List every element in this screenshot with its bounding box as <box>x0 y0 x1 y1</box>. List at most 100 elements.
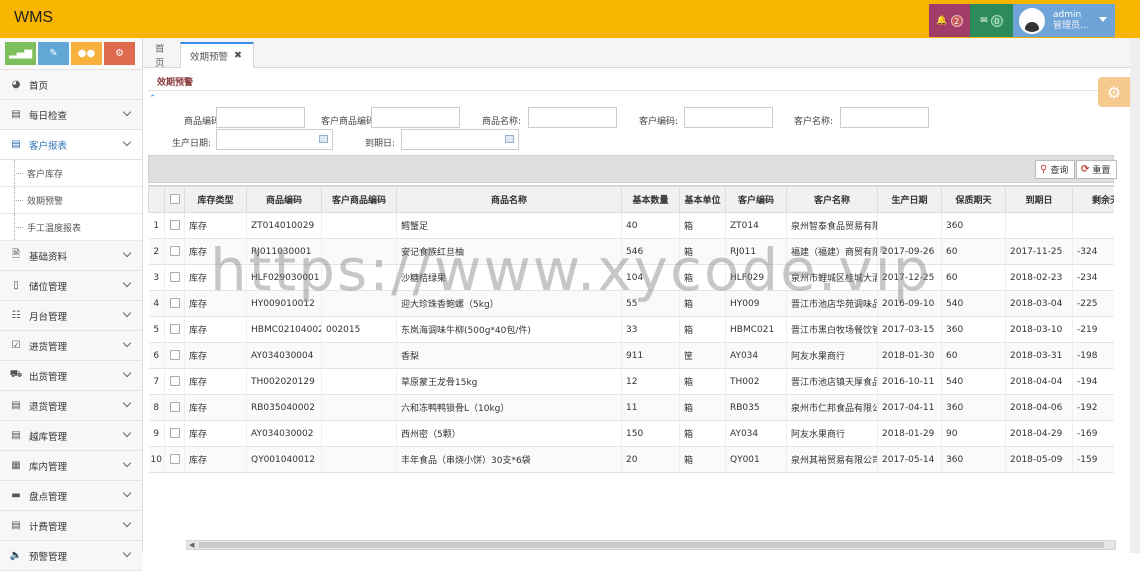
customer-code-input[interactable] <box>684 107 773 128</box>
sidebar-item-outbound[interactable]: ⛟ 出货管理 <box>0 361 142 391</box>
expiry-table: 库存类型 商品编码 客户商品编码 商品名称 基本数量 基本单位 客户编码 客户名称 生产日期 保质… <box>148 186 1114 473</box>
table-cell: 六和冻鸭鸭锁骨L（10kg） <box>396 394 622 421</box>
sidebar-item-internal[interactable]: ▦ 库内管理 <box>0 451 142 481</box>
sidebar-item-location[interactable]: ▯ 储位管理 <box>0 271 142 301</box>
table-cell: 库存 <box>184 368 247 395</box>
list-icon: ▤ <box>11 520 21 531</box>
row-number: 10 <box>148 446 165 473</box>
table-row[interactable]: 1 库存 ZT014010029 鳕蟹足 40 箱 ZT014 泉州智泰食品贸易有限 360 <box>148 212 1114 239</box>
search-button[interactable]: ⚲ 查询 <box>1035 160 1075 179</box>
expiry-date-label: 到期日: <box>364 139 395 149</box>
row-checkbox[interactable] <box>169 298 180 309</box>
row-checkbox[interactable] <box>169 454 180 465</box>
chevron-down-icon <box>122 107 132 117</box>
chevron-down-icon <box>122 278 132 288</box>
sidebar-subitem-temperature-report[interactable]: 手工温度报表 <box>0 214 142 241</box>
customer-name-input[interactable] <box>840 107 929 128</box>
chevron-down-icon <box>122 488 132 498</box>
reset-button[interactable]: ⟳ 重置 <box>1076 160 1117 179</box>
calendar-icon[interactable] <box>505 135 514 143</box>
sidebar-subitem-expiry-warning[interactable]: 效期预警 <box>0 187 142 214</box>
table-row[interactable]: 4 库存 HY009010012 迎大珍珠香鲍螺（5kg） 55 箱 HY009 晋江市池店华… <box>148 290 1114 317</box>
close-icon[interactable]: ✖ <box>234 50 242 61</box>
search-button-label: 查询 <box>1050 166 1069 176</box>
caret-down-icon <box>1099 17 1107 22</box>
column-header: 到期日 <box>1005 186 1073 213</box>
row-checkbox[interactable] <box>169 246 180 257</box>
column-header: 生产日期 <box>877 186 942 213</box>
table-header-row: 库存类型 商品编码 客户商品编码 商品名称 基本数量 基本单位 客户编码 客户名称 生产日期 保质… <box>148 186 1114 213</box>
customer-product-code-label: 客户商品编码: <box>320 117 378 127</box>
row-checkbox[interactable] <box>169 324 180 335</box>
users-icon[interactable]: ●● <box>71 42 102 65</box>
table-cell: 阿友水果商行 <box>786 342 878 369</box>
sidebar-item-home[interactable]: ◕ 首页 <box>0 70 142 100</box>
tab-expiry-warning[interactable]: 效期预警 ✖ <box>180 42 254 68</box>
row-checkbox[interactable] <box>169 376 180 387</box>
table-cell: ZT014 <box>725 212 787 239</box>
pencil-icon[interactable]: ✎ <box>38 42 69 65</box>
row-checkbox[interactable] <box>169 272 180 283</box>
table-row[interactable]: 8 库存 RB035040002 六和冻鸭鸭锁骨L（10kg） 11 箱 RB035 泉州市仁… <box>148 394 1114 421</box>
table-row[interactable]: 9 库存 AY034030002 西州密（5颗） 150 箱 AY034 阿友水果商行 2018… <box>148 420 1114 447</box>
row-checkbox[interactable] <box>169 220 180 231</box>
sidebar-item-basic-data[interactable]: 🗎 基础资料 <box>0 241 142 271</box>
settings-gear-icon[interactable]: ⚙ <box>1098 77 1130 107</box>
sidebar-item-returns[interactable]: ▤ 退货管理 <box>0 391 142 421</box>
signal-icon[interactable]: ▂▄▆ <box>5 42 36 65</box>
sidebar-item-dock[interactable]: ☷ 月台管理 <box>0 301 142 331</box>
column-header: 客户商品编码 <box>321 186 397 213</box>
table-cell: -169 <box>1072 420 1114 447</box>
table-cell: 546 <box>621 238 680 265</box>
expiry-date-input[interactable] <box>401 129 519 150</box>
product-code-input[interactable] <box>216 107 305 128</box>
select-all-checkbox[interactable] <box>169 194 180 205</box>
chevron-double-up-icon[interactable]: ⌃ <box>149 94 157 104</box>
table-cell: 箱 <box>679 290 726 317</box>
envelope-icon: ✉ <box>980 15 988 26</box>
cogs-icon[interactable]: ⚙ <box>104 42 135 65</box>
scrollbar-thumb[interactable] <box>199 542 1104 548</box>
customer-product-code-input[interactable] <box>371 107 460 128</box>
sidebar-item-daily-check[interactable]: ▤ 每日检查 <box>0 100 142 130</box>
table-cell: 2016-10-11 <box>877 368 942 395</box>
table-row[interactable]: 3 库存 HLF029030001 沙糖桔绿果 104 箱 HLF029 泉州市鲤城区桂城大酒… <box>148 264 1114 291</box>
user-menu[interactable]: admin 管理员... <box>1013 4 1115 37</box>
chevron-down-icon <box>122 248 132 258</box>
sidebar-item-crossdock[interactable]: ▤ 越库管理 <box>0 421 142 451</box>
sidebar-item-label: 预警管理 <box>29 551 68 563</box>
brand-logo[interactable]: WMS <box>14 9 53 27</box>
messages-button[interactable]: ✉ 0 <box>970 4 1013 37</box>
sidebar-item-alerts[interactable]: 🔈 预警管理 <box>0 541 142 571</box>
sidebar-item-billing[interactable]: ▤ 计费管理 <box>0 511 142 541</box>
horizontal-scrollbar[interactable]: ◀ <box>186 540 1116 550</box>
vertical-scrollbar[interactable] <box>1130 38 1140 553</box>
tab-home[interactable]: 首页 <box>146 42 180 69</box>
row-checkbox[interactable] <box>169 428 180 439</box>
table-row[interactable]: 10 库存 QY001040012 丰年食品（串烧小饼）30支*6袋 20 箱 QY001 泉… <box>148 446 1114 473</box>
sidebar-item-customer-report[interactable]: ▤ 客户报表 <box>0 130 142 160</box>
calendar-icon[interactable] <box>319 135 328 143</box>
column-header: 剩余天 <box>1072 186 1114 213</box>
table-row[interactable]: 6 库存 AY034030004 香梨 911 筐 AY034 阿友水果商行 2018-01-3… <box>148 342 1114 369</box>
table-cell: 泉州市鲤城区桂城大酒 <box>786 264 878 291</box>
table-row[interactable]: 2 库存 RJ011030001 安记食族红旦柚 546 箱 RJ011 福建（福建）商贸有限… <box>148 238 1114 265</box>
chevron-down-icon <box>122 137 132 147</box>
chevron-down-icon <box>122 518 132 528</box>
table-cell: 库存 <box>184 212 247 239</box>
product-name-input[interactable] <box>528 107 617 128</box>
table-cell: -225 <box>1072 290 1114 317</box>
row-checkbox[interactable] <box>169 350 180 361</box>
table-row[interactable]: 5 库存HBMC0210400201002015东岚海调味牛柳(500g*40包/… <box>148 316 1114 343</box>
sidebar-item-inbound[interactable]: ☑ 进货管理 <box>0 331 142 361</box>
notifications-button[interactable]: 🔔 2 <box>929 4 970 37</box>
table-cell: 911 <box>621 342 680 369</box>
production-date-input[interactable] <box>216 129 333 150</box>
table-cell: HY009010012 <box>246 290 322 317</box>
table-cell: 2018-04-29 <box>1005 420 1073 447</box>
table-row[interactable]: 7 库存 TH002020129 草原蒙王龙骨15kg 12 箱 TH002 晋江市池店镇天厚… <box>148 368 1114 395</box>
arrow-left-icon[interactable]: ◀ <box>189 541 194 549</box>
row-checkbox[interactable] <box>169 402 180 413</box>
sidebar-subitem-customer-stock[interactable]: 客户库存 <box>0 160 142 187</box>
sidebar-item-stocktake[interactable]: ▬ 盘点管理 <box>0 481 142 511</box>
